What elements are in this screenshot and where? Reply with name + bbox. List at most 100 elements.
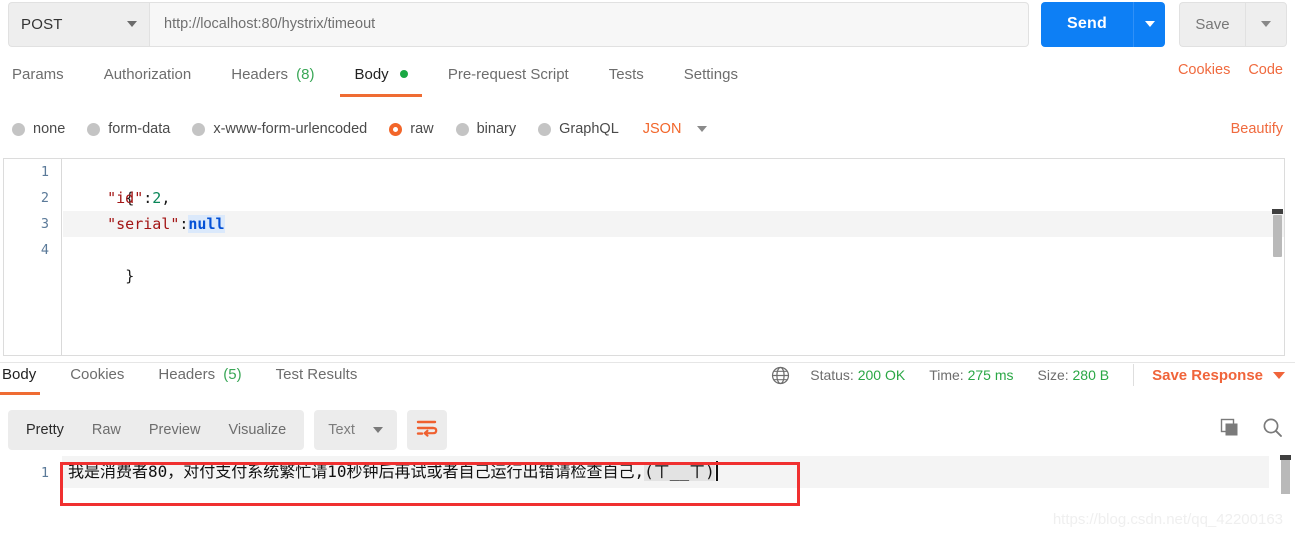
response-body-emoticon: (ㄒ__ㄒ) [644,462,715,481]
view-mode-pretty[interactable]: Pretty [12,410,78,450]
text-cursor [715,461,718,481]
chevron-down-icon [372,427,383,433]
tab-label: Headers [158,366,216,383]
response-text-area[interactable]: 我是消费者80，对付支付系统繁忙请10秒钟后再试或者自己运行出错请检查自己,(ㄒ… [62,456,1269,488]
status-meta: Status: 200 OK [810,367,905,383]
tab-label: Params [12,66,64,83]
body-type-form-data[interactable]: form-data [87,121,170,137]
body-type-urlencoded[interactable]: x-www-form-urlencoded [192,121,367,137]
wrap-lines-button[interactable] [406,410,447,450]
response-tab-cookies[interactable]: Cookies [68,364,126,395]
status-value: 200 OK [857,367,906,383]
chevron-down-icon [127,21,137,27]
editor-scrollbar[interactable] [1270,159,1284,355]
editor-code-area[interactable]: { "id":2, "serial":null } [63,159,1284,285]
body-type-none[interactable]: none [12,121,65,137]
watermark: https://blog.csdn.net/qq_42200163 [1052,511,1283,528]
cookies-link[interactable]: Cookies [1178,62,1230,78]
body-type-label: form-data [108,121,171,137]
response-tab-body[interactable]: Body [0,364,41,395]
view-mode-preview[interactable]: Preview [135,410,215,450]
line-number: 3 [40,216,49,232]
response-view-mode-group: Pretty Raw Preview Visualize [8,410,305,450]
url-input-value: http://localhost:80/hystrix/timeout [164,16,376,32]
size-meta: Size: 280 B [1038,367,1110,383]
tab-label: Body [354,66,389,83]
code-token: "serial" [107,215,180,233]
search-icon[interactable] [1262,417,1283,443]
request-url-bar: POST http://localhost:80/hystrix/timeout… [0,0,1295,48]
response-format-dropdown[interactable]: Text [314,410,397,450]
request-body-editor[interactable]: 1 2 3 4 { "id":2, "serial":null } [3,158,1285,356]
tab-params[interactable]: Params [10,62,66,97]
tab-label: Pre-request Script [447,66,569,83]
body-type-selector: none form-data x-www-form-urlencoded raw… [0,112,1295,146]
tab-authorization[interactable]: Authorization [102,62,194,97]
chevron-down-icon [697,126,708,132]
globe-icon [771,366,790,385]
view-mode-raw[interactable]: Raw [78,410,135,450]
time-value: 275 ms [967,367,1014,383]
code-token: : [143,189,153,207]
send-options-button[interactable] [1133,1,1165,47]
save-response-button[interactable]: Save Response [1152,367,1285,384]
tab-body[interactable]: Body [340,62,423,97]
radio-icon [12,122,25,136]
response-scrollbar-thumb[interactable] [1280,455,1291,494]
copy-icon[interactable] [1220,418,1240,443]
editor-scrollbar-thumb[interactable] [1272,209,1283,257]
response-view-toolbar: Pretty Raw Preview Visualize Text [8,410,447,450]
response-headers-count-badge: (5) [223,366,242,383]
view-mode-visualize[interactable]: Visualize [214,410,300,450]
radio-icon [455,122,469,136]
save-options-button[interactable] [1245,1,1287,47]
http-method-dropdown[interactable]: POST [8,1,149,47]
tab-headers[interactable]: Headers (8) [229,62,316,97]
code-link[interactable]: Code [1248,62,1283,78]
request-tab-bar: Params Authorization Headers (8) Body Pr… [0,62,1295,106]
tab-settings[interactable]: Settings [682,62,740,97]
raw-format-label: JSON [642,121,682,137]
radio-icon [192,122,206,136]
code-token: null [188,215,225,233]
beautify-action[interactable]: Beautify [1231,120,1295,138]
tab-label: Body [2,366,37,383]
body-type-raw[interactable]: raw [389,121,434,137]
save-button[interactable]: Save [1179,1,1245,47]
tab-tests[interactable]: Tests [607,62,646,97]
radio-icon [87,122,101,136]
send-button[interactable]: Send [1041,1,1133,47]
body-type-label: raw [410,121,434,137]
line-number: 4 [40,242,49,258]
response-tab-test-results[interactable]: Test Results [274,364,360,395]
size-label: Size: [1037,367,1069,383]
body-type-binary[interactable]: binary [455,121,517,137]
response-body-viewer[interactable]: 1 我是消费者80，对付支付系统繁忙请10秒钟后再试或者自己运行出错请检查自己,… [3,456,1285,516]
body-type-graphql[interactable]: GraphQL [538,121,619,137]
raw-format-dropdown[interactable]: JSON [643,121,708,137]
response-body-text: 我是消费者80，对付支付系统繁忙请10秒钟后再试或者自己运行出错请检查自己, [68,462,645,481]
code-token: "id" [107,189,144,207]
tab-label: Tests [608,66,644,83]
response-tab-headers[interactable]: Headers (5) [156,364,243,395]
send-button-group: Send [1041,1,1165,47]
time-meta: Time: 275 ms [929,367,1013,383]
tab-pre-request-script[interactable]: Pre-request Script [446,62,571,97]
headers-count-badge: (8) [296,66,315,83]
tab-label: Headers [231,66,288,83]
body-type-label: GraphQL [559,121,619,137]
tab-label: Test Results [275,366,358,383]
line-number: 1 [40,164,49,180]
response-line-number-gutter: 1 [3,456,61,516]
radio-selected-icon [389,122,403,136]
code-line: "serial":null [63,211,1284,237]
code-line: "id":2, [63,185,1284,211]
chevron-down-icon [1144,21,1155,27]
time-label: Time: [929,367,964,383]
tab-label: Cookies [70,366,125,383]
tab-label: Settings [683,66,738,83]
url-input[interactable]: http://localhost:80/hystrix/timeout [149,1,1029,47]
body-type-label: binary [476,121,517,137]
http-method-label: POST [21,15,63,33]
status-label: Status: [810,367,854,383]
